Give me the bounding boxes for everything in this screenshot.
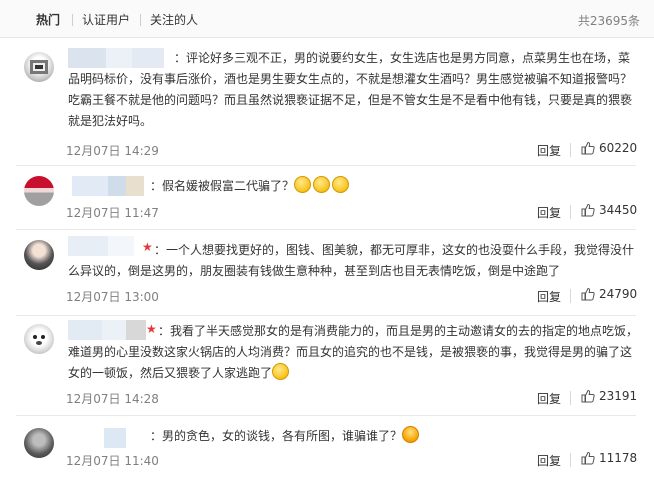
tab-hot[interactable]: 热门 (36, 12, 60, 28)
comment-text-body: ：我看了半天感觉那女的是有消费能力的，而且是男的主动邀请女的去的指定的地点吃饭，… (68, 324, 639, 380)
comment-text: ：我看了半天感觉那女的是有消费能力的，而且是男的主动邀请女的去的指定的地点吃饭，… (68, 321, 638, 384)
tab-following[interactable]: 关注的人 (150, 12, 198, 28)
avatar[interactable] (24, 176, 54, 206)
reply-button[interactable]: 回复 (537, 142, 561, 159)
reply-button[interactable]: 回复 (537, 390, 561, 407)
comment-item: ：男的贪色，女的谈钱，各有所图，谁骗谁了？ 12月07日 11:40 回复 11… (0, 416, 654, 484)
comment-item: ：评论好多三观不正，男的说要约女生，女生选店也是男方同意，点菜男生也在场，菜品明… (0, 38, 654, 166)
avatar[interactable] (24, 324, 54, 354)
comment-time: 12月07日 11:47 (66, 206, 159, 220)
like-button[interactable]: 24790 (581, 287, 637, 301)
like-count: 60220 (599, 141, 638, 155)
comment-item: ★ ：我看了半天感觉那女的是有消费能力的，而且是男的主动邀请女的去的指定的地点吃… (0, 316, 654, 416)
reply-button[interactable]: 回复 (537, 452, 561, 469)
comment-item: ★ ：一个人想要找更好的，图钱、图美貌，都无可厚非，这女的也没耍什么手段，我觉得… (0, 230, 654, 316)
thumbs-up-icon (581, 203, 595, 217)
like-count: 23191 (599, 389, 638, 403)
dizzy-face-emoji-icon (294, 176, 312, 193)
laughing-emoji-icon (272, 363, 290, 380)
action-divider (570, 391, 571, 405)
thumbs-up-icon (581, 141, 595, 155)
like-count: 24790 (599, 287, 638, 301)
dizzy-face-emoji-icon (332, 176, 350, 193)
avatar[interactable] (24, 428, 54, 458)
comment-text: ：男的贪色，女的谈钱，各有所图，谁骗谁了？ (150, 426, 630, 447)
username-blurred[interactable] (104, 428, 144, 448)
tab-divider (72, 14, 73, 26)
thumbs-up-icon (581, 389, 595, 403)
comment-time: 12月07日 13:00 (66, 290, 159, 304)
comment-item: ：假名媛被假富二代骗了？ 12月07日 11:47 回复 34450 (0, 166, 654, 230)
reply-button[interactable]: 回复 (537, 288, 561, 305)
like-button[interactable]: 11178 (581, 451, 637, 465)
tab-verified[interactable]: 认证用户 (82, 12, 130, 28)
comment-text-body: ：男的贪色，女的谈钱，各有所图，谁骗谁了？ (150, 429, 403, 443)
like-button[interactable]: 23191 (581, 389, 637, 403)
like-count: 11178 (599, 451, 638, 465)
comment-text: ：假名媛被假富二代骗了？ (150, 176, 630, 197)
comment-panel: 热门 认证用户 关注的人 共23695条 ：评论好多三观不正，男的说要约女生，女… (0, 0, 654, 484)
comment-time: 12月07日 11:40 (66, 454, 159, 468)
thumbs-up-icon (581, 287, 595, 301)
thumbs-up-icon (581, 451, 595, 465)
comment-total: 共23695条 (577, 14, 640, 28)
action-divider (570, 289, 571, 303)
laughing-emoji-icon (402, 426, 420, 443)
action-divider (570, 453, 571, 467)
dizzy-face-emoji-icon (313, 176, 331, 193)
action-divider (570, 205, 571, 219)
action-divider (570, 143, 571, 157)
avatar[interactable] (24, 52, 54, 82)
avatar[interactable] (24, 240, 54, 270)
comment-tabs: 热门 认证用户 关注的人 共23695条 (0, 0, 654, 38)
like-button[interactable]: 60220 (581, 141, 637, 155)
username-blurred[interactable] (72, 176, 152, 196)
like-button[interactable]: 34450 (581, 203, 637, 217)
comment-time: 12月07日 14:29 (66, 144, 159, 158)
comment-text: ：一个人想要找更好的，图钱、图美貌，都无可厚非，这女的也没耍什么手段，我觉得没什… (68, 243, 635, 278)
tab-divider (140, 14, 141, 26)
reply-button[interactable]: 回复 (537, 204, 561, 221)
like-count: 34450 (599, 203, 638, 217)
comment-text: ：评论好多三观不正，男的说要约女生，女生选店也是男方同意，点菜男生也在场，菜品明… (68, 51, 633, 128)
comment-time: 12月07日 14:28 (66, 392, 159, 406)
comment-text-body: ：假名媛被假富二代骗了？ (150, 179, 295, 193)
